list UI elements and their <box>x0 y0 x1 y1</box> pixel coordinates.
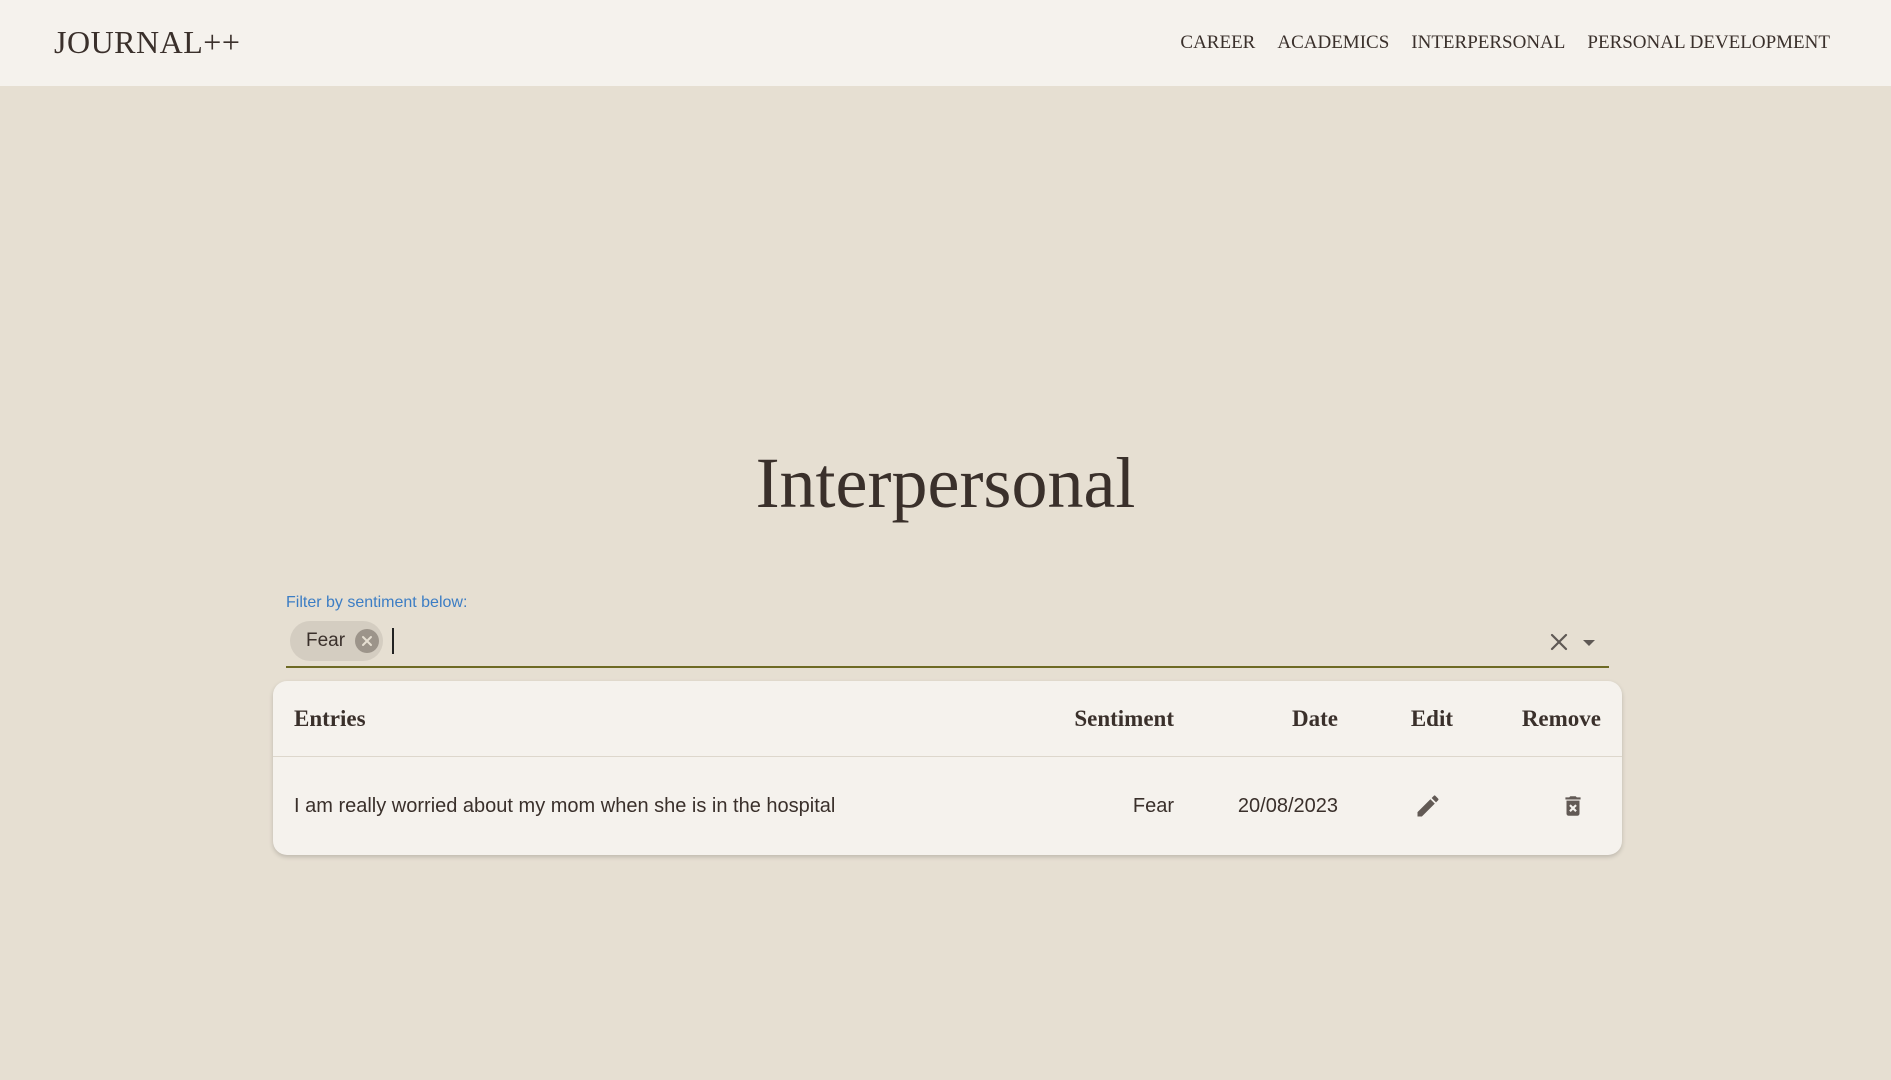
page-title: Interpersonal <box>755 443 1136 523</box>
table-row: I am really worried about my mom when sh… <box>273 757 1622 855</box>
filter-label: Filter by sentiment below: <box>286 594 468 611</box>
nav-item-academics[interactable]: ACADEMICS <box>1277 32 1389 54</box>
header-sentiment: Sentiment <box>1074 705 1174 731</box>
text-cursor <box>392 628 394 654</box>
delete-forever-icon[interactable] <box>1555 788 1591 824</box>
nav-item-interpersonal[interactable]: INTERPERSONAL <box>1411 32 1565 54</box>
entry-date: 20/08/2023 <box>1237 794 1338 817</box>
cancel-circle-icon[interactable] <box>355 629 380 653</box>
nav-item-career[interactable]: CAREER <box>1180 32 1255 54</box>
header-remove: Remove <box>1521 705 1601 731</box>
app-brand[interactable]: JOURNAL++ <box>54 24 240 61</box>
remove-cell <box>1555 757 1591 855</box>
sentiment-filter-autocomplete[interactable]: Filter by sentiment below: Fear <box>286 592 1609 668</box>
edit-cell <box>1410 757 1446 855</box>
entry-sentiment: Fear <box>1132 794 1174 817</box>
main-nav: CAREER ACADEMICS INTERPERSONAL PERSONAL … <box>1180 32 1830 54</box>
header-entries: Entries <box>294 705 366 731</box>
header-date: Date <box>1292 705 1338 731</box>
entries-table: Entries Sentiment Date Edit Remove I am … <box>273 681 1622 855</box>
arrow-drop-down-icon[interactable] <box>1577 630 1601 654</box>
filter-chip-label: Fear <box>306 630 346 651</box>
top-app-bar: JOURNAL++ CAREER ACADEMICS INTERPERSONAL… <box>0 0 1891 86</box>
close-icon[interactable] <box>1547 630 1571 654</box>
pencil-icon[interactable] <box>1410 788 1446 824</box>
table-header-row: Entries Sentiment Date Edit Remove <box>273 681 1622 757</box>
filter-chip-fear[interactable]: Fear <box>290 621 384 661</box>
entry-text: I am really worried about my mom when sh… <box>294 794 836 817</box>
nav-item-personal-development[interactable]: PERSONAL DEVELOPMENT <box>1587 32 1830 54</box>
header-edit: Edit <box>1410 705 1453 731</box>
